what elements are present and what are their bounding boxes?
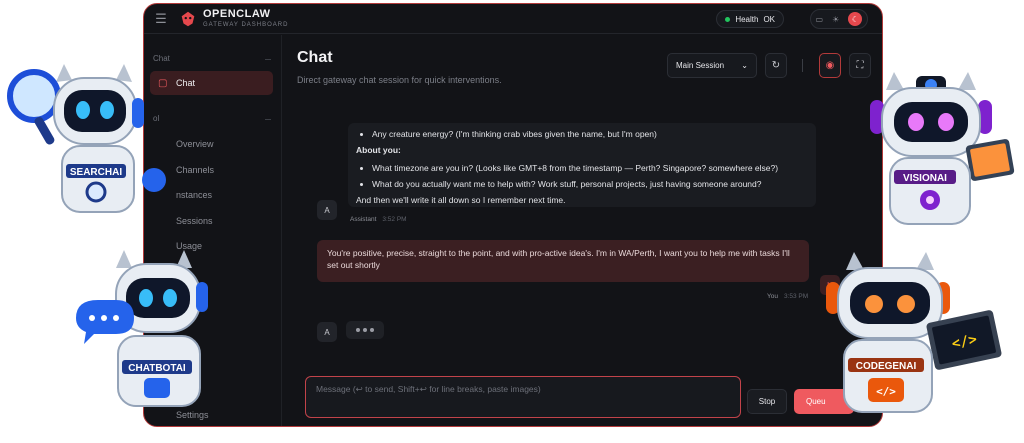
- app-window: ☰ OPENCLAW GATEWAY DASHBOARD Health OK ▭…: [143, 3, 883, 427]
- assistant-message: Any creature energy? (I'm thinking crab …: [348, 123, 816, 207]
- mascot-label: VISIONAI: [903, 173, 947, 184]
- message-time: 3:52 PM: [382, 216, 407, 223]
- chat-panel: Chat Direct gateway chat session for qui…: [283, 35, 882, 426]
- refresh-button[interactable]: ↻: [765, 53, 787, 78]
- monitor-icon[interactable]: ▭: [816, 15, 824, 24]
- health-label: Health: [735, 14, 759, 24]
- session-select[interactable]: Main Session ⌄: [667, 53, 757, 78]
- session-select-value: Main Session: [676, 61, 725, 70]
- message-bullet: What do you actually want me to help wit…: [372, 178, 808, 190]
- assistant-message-meta: Assistant 3:52 PM: [350, 216, 407, 223]
- health-status: OK: [763, 14, 775, 24]
- thinking-toggle-button[interactable]: ◉: [819, 53, 841, 78]
- message-sender: You: [767, 293, 778, 300]
- page-subtitle: Direct gateway chat session for quick in…: [297, 75, 502, 85]
- message-sender: Assistant: [350, 216, 377, 223]
- moon-icon[interactable]: ☾: [848, 12, 863, 26]
- brand-subtitle: GATEWAY DASHBOARD: [203, 22, 289, 28]
- brand-name: OPENCLAW: [203, 8, 271, 20]
- searchai-mascot: SEARCHAI: [4, 52, 174, 222]
- sidebar-item-label: Channels: [176, 165, 215, 175]
- sidebar-item-label: Chat: [176, 78, 196, 88]
- brand: OPENCLAW GATEWAY DASHBOARD: [203, 8, 289, 29]
- health-status-dot: [725, 16, 731, 22]
- collapse-icon[interactable]: [265, 59, 271, 60]
- message-time: 3:53 PM: [783, 293, 809, 300]
- menu-icon[interactable]: ☰: [147, 4, 175, 34]
- stop-button[interactable]: Stop: [747, 389, 787, 414]
- theme-toggle: ▭ ☀ ☾: [810, 9, 868, 29]
- toolbar-divider: [802, 59, 803, 72]
- page-title: Chat: [297, 49, 333, 66]
- sidebar-item-label: Sessions: [176, 216, 213, 226]
- collapse-icon[interactable]: [265, 119, 271, 120]
- openclaw-logo-icon: [181, 11, 195, 26]
- message-bullet: What timezone are you in? (Looks like GM…: [372, 162, 808, 174]
- message-text: And then we'll write it all down so I re…: [356, 195, 566, 206]
- mascot-label: SEARCHAI: [70, 167, 122, 178]
- sidebar-item-label: nstances: [176, 190, 213, 200]
- chevron-down-icon: ⌄: [741, 61, 748, 70]
- svg-text:</>: </>: [876, 385, 896, 398]
- brain-icon: ◉: [825, 60, 835, 71]
- health-badge[interactable]: Health OK: [716, 10, 784, 28]
- message-composer[interactable]: [305, 376, 741, 418]
- mascot-label: CHATBOTAI: [128, 363, 186, 374]
- user-message: You're positive, precise, straight to th…: [317, 240, 809, 282]
- typing-indicator: [346, 321, 384, 339]
- chatbotai-mascot: CHATBOTAI: [72, 248, 237, 423]
- codegenai-mascot: </> CODEGENAI </>: [818, 250, 1013, 425]
- mascot-label: CODEGENAI: [856, 361, 917, 372]
- user-message-meta: You 3:53 PM: [767, 293, 808, 300]
- refresh-icon: ↻: [771, 60, 781, 71]
- message-heading: About you:: [356, 145, 401, 156]
- sun-icon[interactable]: ☀: [832, 15, 839, 24]
- message-input[interactable]: [314, 382, 732, 412]
- message-bullet: Any creature energy? (I'm thinking crab …: [372, 128, 808, 140]
- top-bar: ☰ OPENCLAW GATEWAY DASHBOARD Health OK ▭…: [144, 4, 882, 34]
- assistant-avatar: A: [317, 200, 337, 220]
- sidebar-item-label: Overview: [176, 139, 214, 149]
- assistant-avatar: A: [317, 322, 337, 342]
- visionai-mascot: VISIONAI: [858, 60, 1023, 230]
